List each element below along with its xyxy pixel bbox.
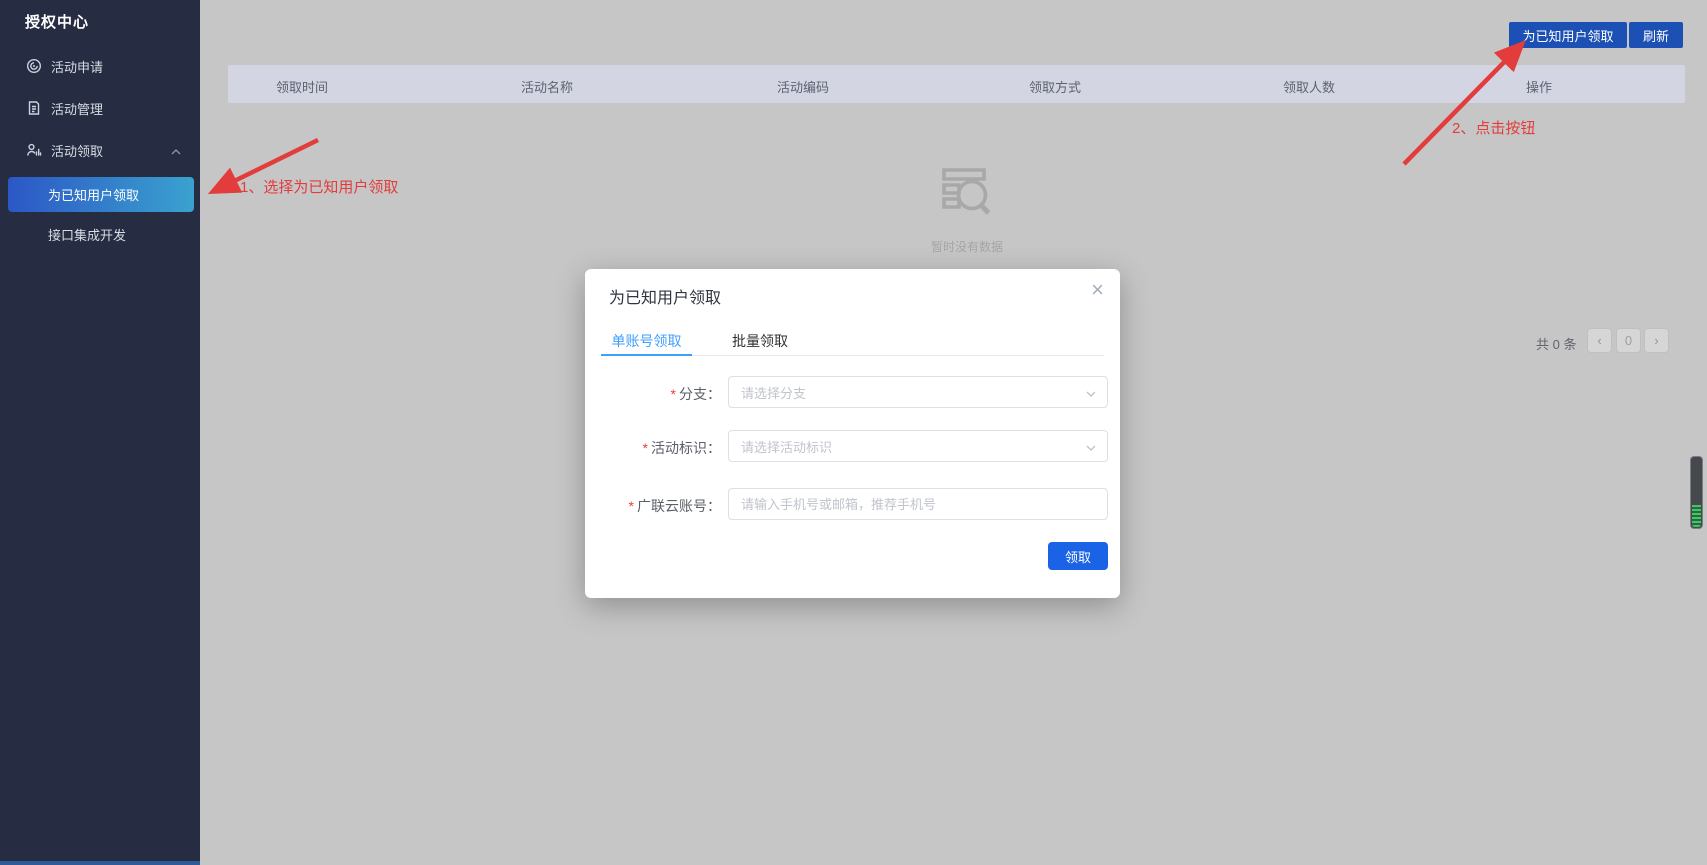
chevron-left-icon: ‹ [1597, 333, 1601, 348]
activity-id-select-placeholder: 请选择活动标识 [741, 437, 832, 456]
sidebar-item-label: 活动管理 [51, 99, 103, 118]
sidebar-item-activity-claim[interactable]: 活动领取 [0, 129, 200, 171]
pagination-page-button[interactable]: 0 [1616, 328, 1641, 353]
chevron-up-icon[interactable] [170, 145, 182, 160]
user-chart-icon [26, 142, 42, 158]
form-row-activity-id: *活动标识： 请选择活动标识 [585, 430, 1120, 462]
sidebar-item-label: 活动领取 [51, 141, 103, 160]
pagination-next-button[interactable]: › [1644, 328, 1669, 353]
claim-for-known-user-button[interactable]: 为已知用户领取 [1509, 22, 1627, 48]
form-row-branch: *分支： 请选择分支 [585, 376, 1120, 408]
column-claim-count: 领取人数 [1283, 77, 1335, 96]
sidebar-item-label: 活动申请 [51, 57, 103, 76]
annotation-step1-text: 1、选择为已知用户领取 [240, 176, 398, 197]
document-icon [26, 100, 42, 116]
column-activity-name: 活动名称 [521, 77, 573, 96]
modal-tab-bar: 单账号领取 批量领取 [601, 325, 1104, 356]
sidebar-item-activity-manage[interactable]: 活动管理 [0, 87, 200, 129]
column-actions: 操作 [1526, 77, 1552, 96]
scrollbar-stripes [1692, 505, 1701, 527]
branch-select-placeholder: 请选择分支 [741, 383, 806, 402]
activity-id-label: *活动标识： [585, 438, 721, 458]
tab-batch-claim[interactable]: 批量领取 [722, 331, 798, 351]
branch-label: *分支： [585, 384, 721, 404]
sidebar-subitem-api-integration[interactable]: 接口集成开发 [0, 218, 200, 250]
scrollbar-thumb[interactable] [1690, 456, 1703, 529]
column-claim-time: 领取时间 [276, 77, 328, 96]
required-asterisk: * [671, 386, 676, 402]
chevron-right-icon: › [1654, 333, 1658, 348]
empty-state-text: 暂时没有数据 [906, 238, 1028, 255]
empty-search-icon [939, 164, 993, 225]
chevron-down-icon [1085, 441, 1097, 456]
glodon-account-label: *广联云账号： [585, 496, 721, 516]
tab-single-account-claim[interactable]: 单账号领取 [601, 331, 692, 351]
sidebar-subitem-label: 接口集成开发 [48, 225, 126, 244]
glodon-account-input[interactable] [728, 488, 1108, 520]
close-icon[interactable]: × [1091, 279, 1104, 301]
claim-known-user-modal: 为已知用户领取 × 单账号领取 批量领取 *分支： 请选择分支 *活动标识： 请… [585, 269, 1120, 598]
annotation-step2-text: 2、点击按钮 [1452, 117, 1535, 138]
app-title: 授权中心 [25, 11, 89, 32]
column-activity-code: 活动编码 [777, 77, 829, 96]
chevron-down-icon [1085, 387, 1097, 402]
branch-select[interactable]: 请选择分支 [728, 376, 1108, 408]
sidebar-item-activity-apply[interactable]: 活动申请 [0, 45, 200, 87]
required-asterisk: * [629, 498, 634, 514]
required-asterisk: * [643, 440, 648, 456]
refresh-button[interactable]: 刷新 [1629, 22, 1683, 48]
pagination-prev-button[interactable]: ‹ [1587, 328, 1612, 353]
modal-title: 为已知用户领取 [609, 284, 721, 308]
activity-id-select[interactable]: 请选择活动标识 [728, 430, 1108, 462]
column-claim-method: 领取方式 [1029, 77, 1081, 96]
active-tab-underline [601, 354, 692, 356]
form-row-glodon-account: *广联云账号： [585, 488, 1120, 520]
compass-icon [26, 58, 42, 74]
sidebar-bottom-accent [0, 861, 200, 865]
claim-submit-button[interactable]: 领取 [1048, 542, 1108, 570]
sidebar-subitem-claim-known-user[interactable]: 为已知用户领取 [8, 177, 194, 212]
pagination-total: 共 0 条 [1536, 334, 1576, 353]
table-header-row: 领取时间 活动名称 活动编码 领取方式 领取人数 操作 [228, 65, 1685, 103]
sidebar: 授权中心 活动申请 活动管理 活动领取 为已知用户领取 接口集成开发 [0, 0, 200, 865]
sidebar-subitem-label: 为已知用户领取 [48, 185, 139, 204]
